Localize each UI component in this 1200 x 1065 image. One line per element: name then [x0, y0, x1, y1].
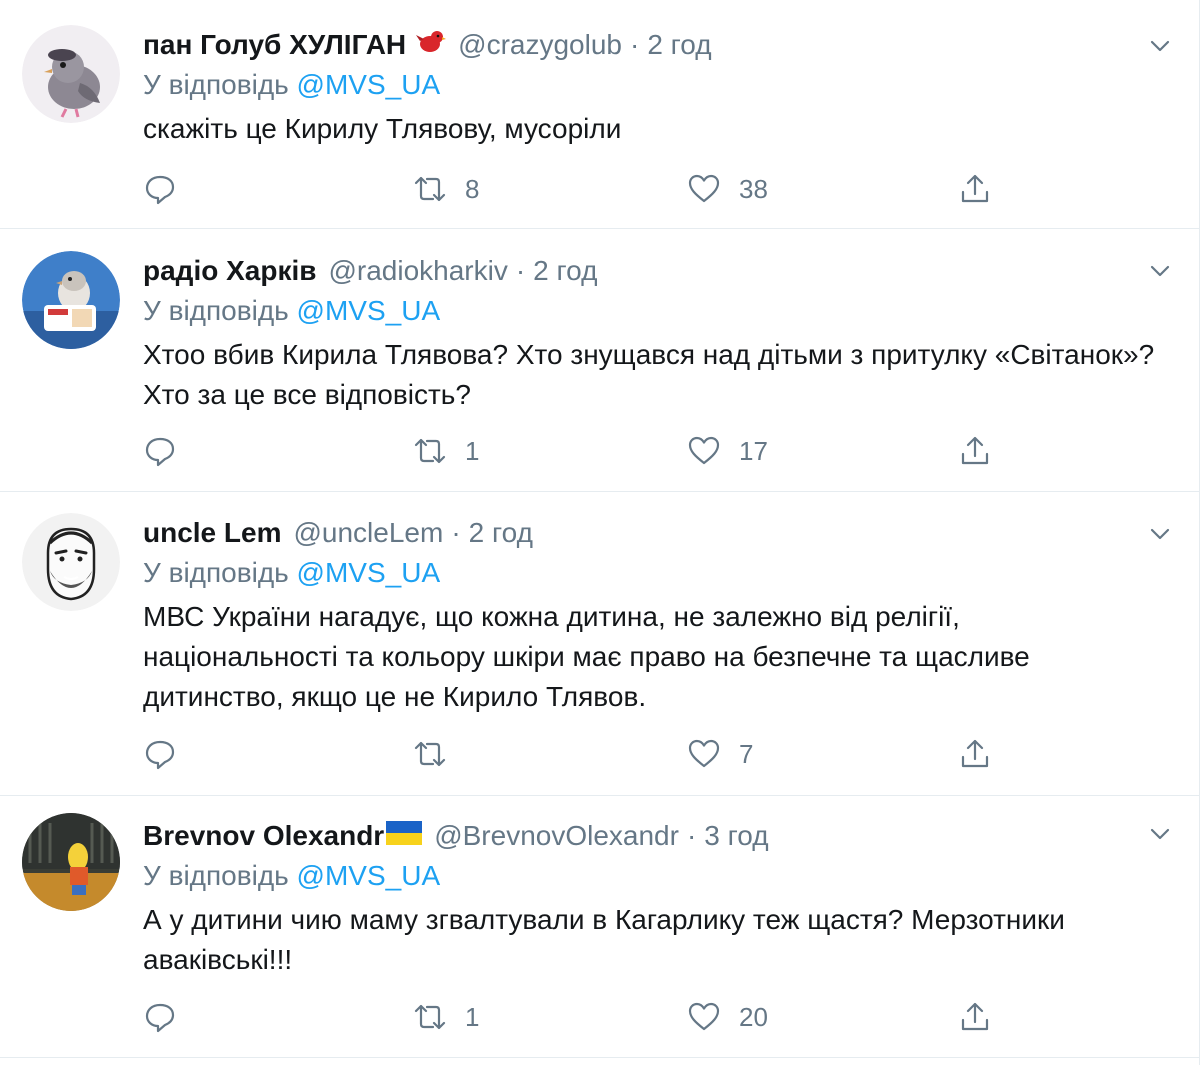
reply-button[interactable]: [143, 997, 177, 1037]
share-icon: [961, 436, 989, 465]
tweet[interactable]: Brevnov Olexandr @BrevnovOlexandr · 3 го…: [0, 796, 1200, 1058]
author-name[interactable]: Brevnov Olexandr: [143, 820, 384, 852]
bearded-man-cartoon-avatar-icon: [22, 513, 120, 611]
timestamp[interactable]: 2 год: [647, 29, 711, 61]
ukraine-flag-emoji-icon: [386, 820, 423, 852]
reply-context: У відповідь @MVS_UA: [143, 557, 1160, 589]
reply-button[interactable]: [143, 431, 177, 471]
like-count: 20: [739, 1001, 768, 1032]
avatar[interactable]: [22, 251, 120, 349]
heart-icon: [688, 1002, 720, 1031]
like-count: 7: [739, 738, 754, 769]
like-button[interactable]: 20: [687, 997, 768, 1037]
tweet[interactable]: uncle Lem @uncleLem · 2 год У відповідь …: [0, 492, 1200, 796]
reply-feed: пан Голуб ХУЛІГАН @crazygolub · 2 год У …: [0, 0, 1200, 1065]
retweet-button[interactable]: 1: [413, 431, 479, 471]
tweet[interactable]: радіо Харків @radiokharkiv · 2 год У від…: [0, 229, 1200, 492]
share-button[interactable]: [958, 997, 992, 1037]
retweet-button[interactable]: [413, 734, 465, 774]
reply-icon: [145, 1003, 175, 1033]
timestamp[interactable]: 2 год: [469, 517, 533, 549]
reply-prefix: У відповідь: [143, 557, 289, 588]
separator-dot: ·: [515, 255, 526, 286]
tweet-actions: 7: [143, 734, 1003, 774]
like-count: 38: [739, 173, 768, 204]
share-button[interactable]: [958, 734, 992, 774]
tweet-content: uncle Lem @uncleLem · 2 год У відповідь …: [143, 513, 1160, 717]
reply-context: У відповідь @MVS_UA: [143, 295, 1160, 327]
tweet-text: Хтоо вбив Кирила Тлявова? Хто знущався н…: [143, 339, 1155, 410]
retweet-icon: [414, 1004, 446, 1030]
author-name[interactable]: uncle Lem: [143, 517, 281, 549]
pigeon-photo-avatar-icon: [22, 251, 120, 349]
author-handle[interactable]: @radiokharkiv: [328, 255, 507, 287]
tweet-actions: 8 38: [143, 169, 1003, 209]
heart-icon: [688, 174, 720, 203]
share-icon: [961, 739, 989, 768]
red-bird-emoji-icon: [416, 27, 447, 64]
tweet-actions: 1 20: [143, 997, 1003, 1037]
cartoon-scene-avatar-icon: [22, 813, 120, 911]
reply-mention-link[interactable]: @MVS_UA: [297, 69, 441, 100]
like-count: 17: [739, 435, 768, 466]
reply-mention-link[interactable]: @MVS_UA: [297, 295, 441, 326]
share-button[interactable]: [958, 431, 992, 471]
timestamp[interactable]: 3 год: [704, 820, 768, 852]
author-handle[interactable]: @BrevnovOlexandr: [434, 820, 679, 852]
reply-prefix: У відповідь: [143, 69, 289, 100]
retweet-button[interactable]: 1: [413, 997, 479, 1037]
avatar[interactable]: [22, 513, 120, 611]
author-name[interactable]: радіо Харків: [143, 255, 316, 287]
author-handle[interactable]: @uncleLem: [293, 517, 443, 549]
reply-button[interactable]: [143, 734, 177, 774]
tweet-content: пан Голуб ХУЛІГАН @crazygolub · 2 год У …: [143, 25, 1160, 149]
reply-icon: [145, 437, 175, 467]
reply-button[interactable]: [143, 169, 177, 209]
heart-icon: [688, 739, 720, 768]
separator-dot: ·: [451, 517, 461, 548]
share-icon: [961, 1002, 989, 1031]
share-button[interactable]: [958, 169, 992, 209]
retweet-icon: [414, 176, 446, 202]
like-button[interactable]: 17: [687, 431, 768, 471]
retweet-icon: [414, 741, 446, 767]
avatar[interactable]: [22, 813, 120, 911]
tweet-header: uncle Lem @uncleLem · 2 год: [143, 513, 1160, 553]
tweet-actions: 1 17: [143, 431, 1003, 471]
reply-prefix: У відповідь: [143, 295, 289, 326]
tweet-header: радіо Харків @radiokharkiv · 2 год: [143, 251, 1160, 291]
tweet-content: радіо Харків @radiokharkiv · 2 год У від…: [143, 251, 1160, 415]
reply-prefix: У відповідь: [143, 860, 289, 891]
retweet-count: 8: [465, 173, 480, 204]
reply-icon: [145, 740, 175, 770]
reply-context: У відповідь @MVS_UA: [143, 860, 1160, 892]
reply-context: У відповідь @MVS_UA: [143, 69, 1160, 101]
reply-mention-link[interactable]: @MVS_UA: [297, 860, 441, 891]
author-name[interactable]: пан Голуб ХУЛІГАН: [143, 29, 406, 61]
heart-icon: [688, 436, 720, 465]
tweet-content: Brevnov Olexandr @BrevnovOlexandr · 3 го…: [143, 816, 1160, 980]
tweet-text: А у дитини чию маму згвалтували в Кагарл…: [143, 904, 1065, 975]
retweet-count: 1: [465, 1001, 480, 1032]
share-icon: [961, 174, 989, 203]
timestamp[interactable]: 2 год: [533, 255, 597, 287]
author-handle[interactable]: @crazygolub: [458, 29, 622, 61]
retweet-icon: [414, 438, 446, 464]
separator-dot: ·: [629, 29, 640, 60]
like-button[interactable]: 38: [687, 169, 768, 209]
separator-dot: ·: [686, 820, 697, 851]
avatar[interactable]: [22, 25, 120, 123]
like-button[interactable]: 7: [687, 734, 753, 774]
pigeon-avatar-icon: [22, 25, 120, 123]
reply-mention-link[interactable]: @MVS_UA: [297, 557, 441, 588]
retweet-button[interactable]: 8: [413, 169, 479, 209]
tweet-header: пан Голуб ХУЛІГАН @crazygolub · 2 год: [143, 25, 1160, 65]
tweet-text: МВС України нагадує, що кожна дитина, не…: [143, 601, 1030, 712]
tweet-text: скажіть це Кирилу Тлявову, мусоріли: [143, 113, 622, 144]
tweet-header: Brevnov Olexandr @BrevnovOlexandr · 3 го…: [143, 816, 1160, 856]
tweet[interactable]: пан Голуб ХУЛІГАН @crazygolub · 2 год У …: [0, 0, 1200, 229]
reply-icon: [145, 175, 175, 205]
retweet-count: 1: [465, 435, 480, 466]
